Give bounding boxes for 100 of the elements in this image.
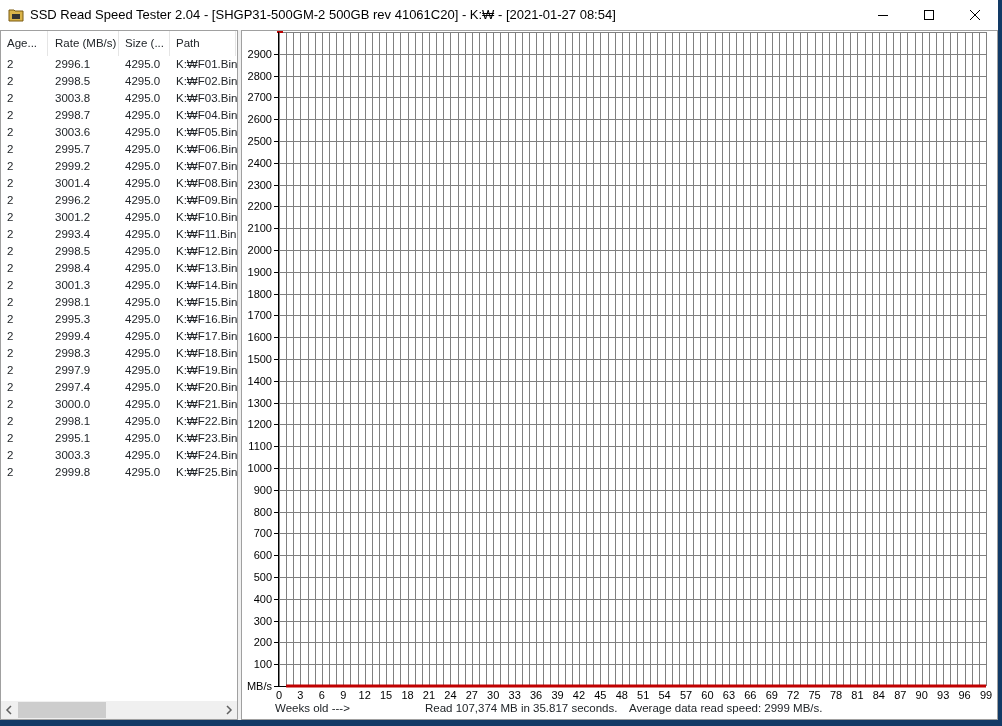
axis-tick-label: 93 [937, 689, 950, 701]
table-cell-text: K:₩F24.Bin [175, 447, 236, 463]
axis-tick-label: 39 [551, 689, 564, 701]
table-cell-text: 2998.5 [54, 73, 92, 89]
average-speed: Average data read speed: 2999 MB/s. [629, 701, 823, 717]
table-cell-text: 2 [6, 328, 15, 344]
table-cell-text: 4295.0 [124, 447, 162, 463]
table-cell-text: 2999.2 [54, 158, 92, 174]
table-cell-text: K:₩F14.Bin [175, 277, 236, 293]
table-cell-text: 4295.0 [124, 464, 162, 480]
table-cell-text: K:₩F15.Bin [175, 294, 236, 310]
table-cell-text: 2996.1 [54, 56, 92, 72]
table-cell-text: 2998.4 [54, 260, 92, 276]
table-cell-text: 2998.1 [54, 413, 92, 429]
table-cell-text: 2993.4 [54, 226, 92, 242]
column-header[interactable]: Size (... [119, 31, 170, 56]
table-cell-text: 2 [6, 158, 15, 174]
table-cell-text: K:₩F25.Bin [175, 464, 236, 480]
axis-tick-label: 90 [915, 689, 928, 701]
axis-tick-label: 2000 [247, 244, 272, 256]
axis-tick-label: 63 [722, 689, 736, 701]
table-cell-text: 4295.0 [124, 260, 162, 276]
axis-tick-label: 54 [658, 689, 671, 701]
table-cell-text: 2998.5 [54, 243, 92, 259]
axis-tick-label: 3 [297, 689, 304, 701]
axis-tick-label: 900 [253, 484, 272, 496]
axis-tick-label: 42 [572, 689, 586, 701]
scrollbar-thumb[interactable] [18, 702, 106, 718]
axis-tick-label: 0 [275, 689, 283, 701]
column-header[interactable]: Age... [1, 31, 48, 56]
table-cell-text: 2 [6, 226, 15, 242]
table-cell-text: K:₩F20.Bin [175, 379, 236, 395]
table-cell-text: 4295.0 [124, 430, 162, 446]
axis-tick-label: 15 [380, 689, 393, 701]
app-icon [8, 8, 24, 22]
table-cell-text: 2 [6, 464, 15, 480]
table-cell-text: K:₩F21.Bin [175, 396, 236, 412]
table-cell-text: 2995.1 [54, 430, 92, 446]
axis-tick-label: 2600 [247, 113, 272, 125]
axis-tick-label: 6 [318, 689, 325, 701]
axis-tick-label: 45 [594, 689, 607, 701]
axis-tick-label: 21 [422, 689, 436, 701]
table-cell-text: 2 [6, 175, 15, 191]
table-cell-text: K:₩F23.Bin [175, 430, 236, 446]
axis-tick-label: 2900 [247, 48, 272, 60]
table-cell-text: K:₩F01.Bin [175, 56, 236, 72]
axis-tick-label: 2400 [247, 157, 272, 169]
table-cell-text: 2999.8 [54, 464, 92, 480]
read-summary: Read 107,374 MB in 35.817 seconds. [425, 701, 619, 717]
axis-tick-label: 300 [253, 615, 272, 627]
axis-tick-label: 100 [253, 658, 272, 670]
table-cell-text: 3000.0 [54, 396, 92, 412]
axis-tick-label: 24 [444, 689, 457, 701]
table-cell-text: K:₩F08.Bin [175, 175, 236, 191]
table-cell-text: K:₩F09.Bin [175, 192, 236, 208]
axis-tick-label: 72 [787, 689, 800, 701]
axis-tick-label: MB/s [246, 680, 272, 692]
table-cell-text: K:₩F18.Bin [175, 345, 236, 361]
table-cell-text: 2998.7 [54, 107, 92, 123]
table-cell-text: 2 [6, 413, 15, 429]
table-cell-text: 2997.9 [54, 362, 92, 378]
table-cell-text: K:₩F12.Bin [175, 243, 236, 259]
table-cell-text: 2 [6, 260, 15, 276]
table-cell-text: 2 [6, 124, 15, 140]
column-header[interactable]: Rate (MB/s) [48, 31, 119, 56]
axis-tick-label: 66 [744, 689, 757, 701]
axis-tick-label: 60 [701, 689, 714, 701]
table-cell-text: 2999.4 [54, 328, 92, 344]
table-cell-text: K:₩F03.Bin [175, 90, 236, 106]
table-cell-text: 2 [6, 447, 15, 463]
axis-tick-label: 1400 [247, 375, 272, 387]
table-cell-text: K:₩F10.Bin [175, 209, 236, 225]
table-cell-text: K:₩F04.Bin [175, 107, 236, 123]
axis-tick-label: 1600 [247, 331, 272, 343]
table-cell-text: 3003.6 [54, 124, 92, 140]
axis-tick-label: 99 [979, 689, 993, 701]
table-cell-text: 2995.3 [54, 311, 92, 327]
table-cell-text: 2997.4 [54, 379, 92, 395]
table-cell-text: 4295.0 [124, 396, 162, 412]
axis-tick-label: 81 [851, 689, 864, 701]
maximize-icon [923, 9, 935, 21]
table-cell-text: 2 [6, 107, 15, 123]
column-header[interactable]: Path [170, 31, 236, 56]
table-cell-text: 2998.3 [54, 345, 92, 361]
table-cell-text: 4295.0 [124, 413, 162, 429]
table-cell-text: 3003.3 [54, 447, 92, 463]
axis-tick-label: 700 [253, 527, 272, 539]
axis-tick-label: 2300 [247, 179, 272, 191]
table-cell-text: 4295.0 [124, 107, 162, 123]
table-cell-text: 4295.0 [124, 243, 162, 259]
table-cell-text: 3001.3 [54, 277, 92, 293]
axis-tick-label: 1200 [247, 418, 272, 430]
table-cell-text: K:₩F02.Bin [175, 73, 236, 89]
axis-tick-label: 2200 [247, 200, 272, 212]
table-cell-text: 4295.0 [124, 192, 162, 208]
table-cell-text: 4295.0 [124, 379, 162, 395]
table-cell-text: 4295.0 [124, 175, 162, 191]
table-cell-text: 2 [6, 277, 15, 293]
axis-tick-label: 1700 [247, 309, 272, 321]
table-cell-text: 2996.2 [54, 192, 92, 208]
